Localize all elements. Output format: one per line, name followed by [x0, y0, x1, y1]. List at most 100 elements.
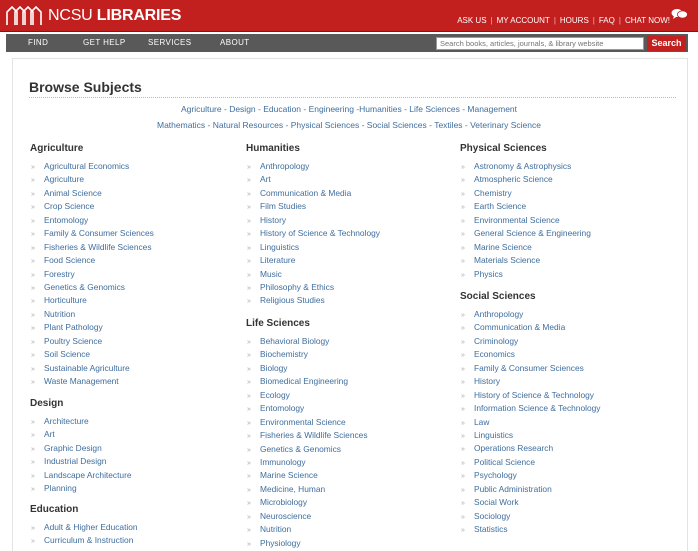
subject-link-adult-and-higher-education[interactable]: » Adult & Higher Education [31, 521, 138, 534]
subject-link-film-studies[interactable]: » Film Studies [247, 200, 380, 213]
subject-link-family-and-consumer-sciences[interactable]: » Family & Consumer Sciences [461, 362, 600, 375]
subject-link-medicine-human[interactable]: » Medicine, Human [247, 483, 368, 496]
subject-link-behavioral-biology[interactable]: » Behavioral Biology [247, 335, 368, 348]
subject-link-art[interactable]: » Art [31, 428, 132, 441]
quick-link-veterinary-science[interactable]: Veterinary Science [470, 120, 541, 130]
quick-link-management[interactable]: Management [467, 104, 517, 114]
subject-link-physics[interactable]: » Physics [461, 268, 591, 281]
subject-link-entomology[interactable]: » Entomology [31, 214, 154, 227]
subject-link-psychology[interactable]: » Psychology [461, 469, 600, 482]
nav-services[interactable]: SERVICES [148, 38, 192, 47]
subject-link-information-science-and-technology[interactable]: » Information Science & Technology [461, 402, 600, 415]
chat-now-link[interactable]: CHAT NOW! [625, 16, 670, 25]
subject-link-planning[interactable]: » Planning [31, 482, 132, 495]
subject-link-entomology[interactable]: » Entomology [247, 402, 368, 415]
subject-link-nutrition[interactable]: » Nutrition [247, 523, 368, 536]
hours-link[interactable]: HOURS [560, 16, 589, 25]
quick-link-mathematics[interactable]: Mathematics [157, 120, 205, 130]
subject-link-history[interactable]: » History [247, 214, 380, 227]
subject-link-sociology[interactable]: » Sociology [461, 510, 600, 523]
my-account-link[interactable]: MY ACCOUNT [497, 16, 550, 25]
subject-link-family-and-consumer-sciences[interactable]: » Family & Consumer Sciences [31, 227, 154, 240]
subject-link-criminology[interactable]: » Criminology [461, 335, 600, 348]
subject-link-genetics-and-genomics[interactable]: » Genetics & Genomics [31, 281, 154, 294]
subject-link-communication-and-media[interactable]: » Communication & Media [461, 321, 600, 334]
subject-link-nutrition[interactable]: » Nutrition [31, 308, 154, 321]
subject-link-horticulture[interactable]: » Horticulture [31, 294, 154, 307]
subject-link-poultry-science[interactable]: » Poultry Science [31, 335, 154, 348]
quick-link-design[interactable]: Design [229, 104, 255, 114]
faq-link[interactable]: FAQ [599, 16, 615, 25]
subject-link-industrial-design[interactable]: » Industrial Design [31, 455, 132, 468]
subject-link-immunology[interactable]: » Immunology [247, 456, 368, 469]
subject-link-chemistry[interactable]: » Chemistry [461, 187, 591, 200]
subject-link-statistics[interactable]: » Statistics [461, 523, 600, 536]
subject-link-agriculture[interactable]: » Agriculture [31, 173, 154, 186]
subject-link-microbiology[interactable]: » Microbiology [247, 496, 368, 509]
subject-link-landscape-architecture[interactable]: » Landscape Architecture [31, 469, 132, 482]
subject-link-religious-studies[interactable]: » Religious Studies [247, 294, 380, 307]
subject-link-philosophy-and-ethics[interactable]: » Philosophy & Ethics [247, 281, 380, 294]
subject-link-music[interactable]: » Music [247, 268, 380, 281]
ncsu-libraries-logo[interactable]: NCSU LIBRARIES [6, 5, 181, 27]
subject-link-soil-science[interactable]: » Soil Science [31, 348, 154, 361]
subject-link-biology[interactable]: » Biology [247, 362, 368, 375]
subject-link-linguistics[interactable]: » Linguistics [247, 241, 380, 254]
subject-link-marine-science[interactable]: » Marine Science [461, 241, 591, 254]
subject-link-communication-and-media[interactable]: » Communication & Media [247, 187, 380, 200]
subject-link-earth-science[interactable]: » Earth Science [461, 200, 591, 213]
subject-link-social-work[interactable]: » Social Work [461, 496, 600, 509]
search-button[interactable]: Search [647, 36, 686, 51]
subject-link-operations-research[interactable]: » Operations Research [461, 442, 600, 455]
subject-link-history-of-science-and-technology[interactable]: » History of Science & Technology [247, 227, 380, 240]
quick-link-humanities[interactable]: Humanities [359, 104, 402, 114]
subject-link-history[interactable]: » History [461, 375, 600, 388]
subject-link-atmospheric-science[interactable]: » Atmospheric Science [461, 173, 591, 186]
subject-link-plant-pathology[interactable]: » Plant Pathology [31, 321, 154, 334]
quick-link-textiles[interactable]: Textiles [434, 120, 462, 130]
subject-link-history-of-science-and-technology[interactable]: » History of Science & Technology [461, 389, 600, 402]
subject-link-fisheries-and-wildlife-sciences[interactable]: » Fisheries & Wildlife Sciences [247, 429, 368, 442]
subject-link-literature[interactable]: » Literature [247, 254, 380, 267]
subject-link-marine-science[interactable]: » Marine Science [247, 469, 368, 482]
subject-link-law[interactable]: » Law [461, 416, 600, 429]
subject-link-materials-science[interactable]: » Materials Science [461, 254, 591, 267]
ask-us-link[interactable]: ASK US [457, 16, 486, 25]
subject-link-food-science[interactable]: » Food Science [31, 254, 154, 267]
subject-link-biomedical-engineering[interactable]: » Biomedical Engineering [247, 375, 368, 388]
nav-find[interactable]: FIND [28, 38, 48, 47]
subject-link-economics[interactable]: » Economics [461, 348, 600, 361]
subject-link-forestry[interactable]: » Forestry [31, 268, 154, 281]
subject-link-public-administration[interactable]: » Public Administration [461, 483, 600, 496]
subject-link-anthropology[interactable]: » Anthropology [247, 160, 380, 173]
subject-link-waste-management[interactable]: » Waste Management [31, 375, 154, 388]
quick-link-agriculture[interactable]: Agriculture [181, 104, 222, 114]
search-input[interactable] [436, 37, 644, 50]
quick-link-education[interactable]: Education [263, 104, 301, 114]
subject-link-neuroscience[interactable]: » Neuroscience [247, 510, 368, 523]
subject-link-biochemistry[interactable]: » Biochemistry [247, 348, 368, 361]
subject-link-art[interactable]: » Art [247, 173, 380, 186]
subject-link-physiology[interactable]: » Physiology [247, 537, 368, 550]
nav-about[interactable]: ABOUT [220, 38, 250, 47]
subject-link-sustainable-agriculture[interactable]: » Sustainable Agriculture [31, 362, 154, 375]
subject-link-curriculum-and-instruction[interactable]: » Curriculum & Instruction [31, 534, 138, 547]
chat-bubbles-icon[interactable] [671, 8, 688, 20]
subject-link-environmental-science[interactable]: » Environmental Science [247, 416, 368, 429]
quick-link-social-sciences[interactable]: Social Sciences [367, 120, 427, 130]
quick-link-life-sciences[interactable]: Life Sciences [409, 104, 460, 114]
subject-link-environmental-science[interactable]: » Environmental Science [461, 214, 591, 227]
subject-link-crop-science[interactable]: » Crop Science [31, 200, 154, 213]
subject-link-fisheries-and-wildlife-sciences[interactable]: » Fisheries & Wildlife Sciences [31, 241, 154, 254]
subject-link-genetics-and-genomics[interactable]: » Genetics & Genomics [247, 443, 368, 456]
subject-link-general-science-and-engineering[interactable]: » General Science & Engineering [461, 227, 591, 240]
quick-link-engineering[interactable]: Engineering [309, 104, 354, 114]
subject-link-ecology[interactable]: » Ecology [247, 389, 368, 402]
nav-get-help[interactable]: GET HELP [83, 38, 126, 47]
quick-link-natural-resources[interactable]: Natural Resources [213, 120, 283, 130]
subject-link-animal-science[interactable]: » Animal Science [31, 187, 154, 200]
subject-link-agricultural-economics[interactable]: » Agricultural Economics [31, 160, 154, 173]
quick-link-physical-sciences[interactable]: Physical Sciences [291, 120, 360, 130]
subject-link-architecture[interactable]: » Architecture [31, 415, 132, 428]
subject-link-linguistics[interactable]: » Linguistics [461, 429, 600, 442]
